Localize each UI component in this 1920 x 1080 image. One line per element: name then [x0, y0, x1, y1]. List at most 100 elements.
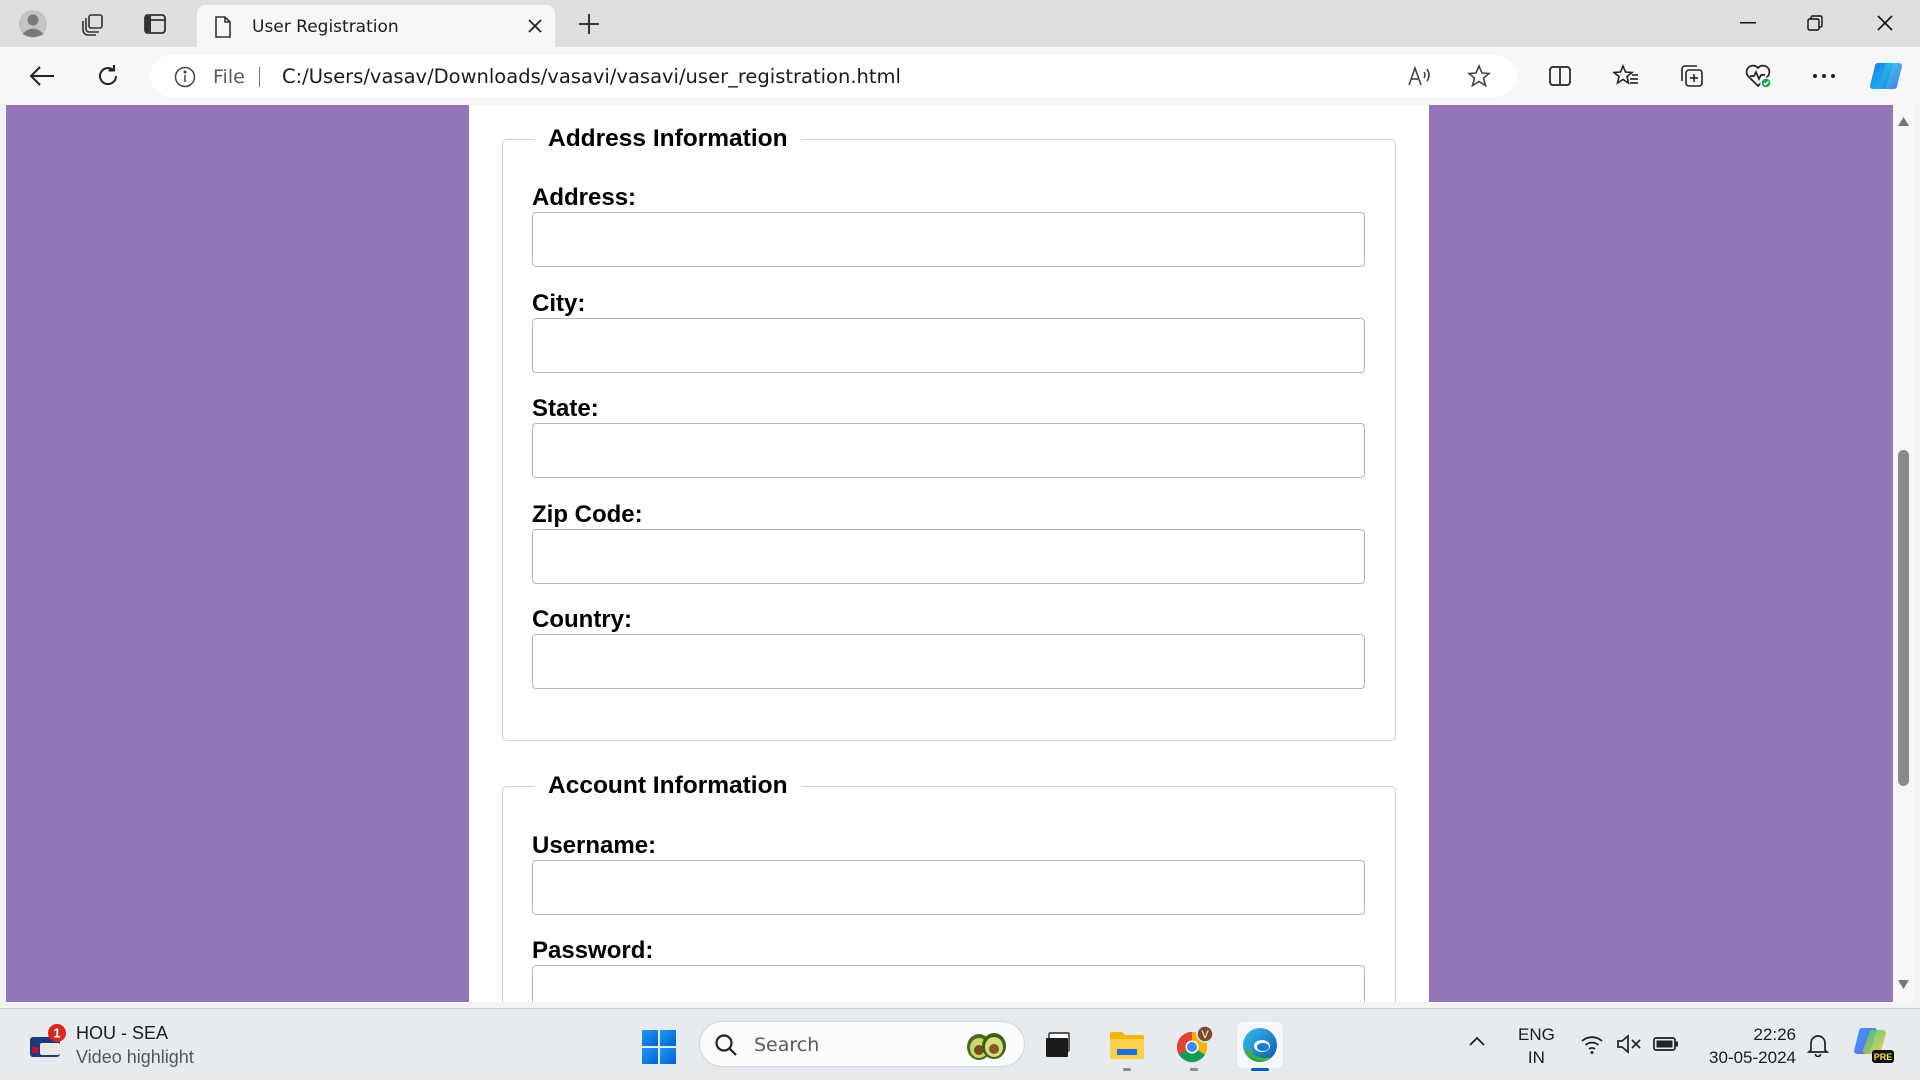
- page-icon: [215, 16, 231, 38]
- file-explorer-icon: [1110, 1032, 1144, 1059]
- copilot-preview-badge: PRE: [1874, 1052, 1893, 1062]
- window-close-button[interactable]: [1852, 0, 1918, 46]
- input-language-indicator[interactable]: ENG IN: [1518, 1023, 1555, 1069]
- windows-taskbar: 1 HOU - SEA Video highlight Search V ENG…: [0, 1008, 1920, 1080]
- address-information-fieldset: Address Information Address: City: State…: [502, 125, 1396, 741]
- address-input[interactable]: [532, 212, 1365, 267]
- widget-title[interactable]: HOU - SEA: [76, 1023, 168, 1044]
- url-text[interactable]: C:/Users/vasav/Downloads/vasavi/vasavi/u…: [282, 65, 901, 88]
- username-input[interactable]: [532, 860, 1365, 915]
- state-input[interactable]: [532, 423, 1365, 478]
- task-view-icon: [1046, 1032, 1070, 1057]
- system-clock[interactable]: 22:26 30-05-2024: [1700, 1023, 1796, 1069]
- bell-icon[interactable]: [1807, 1033, 1829, 1057]
- windows-icon: [642, 1030, 676, 1064]
- workspaces-button[interactable]: [74, 5, 112, 43]
- minimize-icon: [1740, 22, 1756, 24]
- more-icon: [1813, 74, 1835, 78]
- task-view-button[interactable]: [1035, 1022, 1081, 1068]
- password-input[interactable]: [532, 965, 1365, 1002]
- chevron-up-icon[interactable]: [1468, 1035, 1486, 1047]
- page-scrollbar[interactable]: [1893, 105, 1914, 1002]
- search-label: Search: [754, 1034, 820, 1056]
- active-indicator: [1251, 1068, 1269, 1071]
- city-input[interactable]: [532, 318, 1365, 373]
- scrollbar-thumb[interactable]: [1898, 450, 1909, 786]
- minimize-button[interactable]: [1715, 0, 1781, 46]
- language-line-1: ENG: [1518, 1025, 1555, 1044]
- copilot-icon[interactable]: PRE: [1852, 1026, 1894, 1064]
- favorite-button[interactable]: [1466, 63, 1492, 89]
- tab-actions-icon: [144, 14, 166, 34]
- scroll-up-arrow-icon[interactable]: [1897, 116, 1910, 127]
- widget-subtitle[interactable]: Video highlight: [76, 1047, 194, 1068]
- scheme-label: File: [213, 66, 245, 88]
- state-label: State:: [532, 395, 599, 422]
- volume-muted-icon[interactable]: [1616, 1033, 1642, 1055]
- refresh-button[interactable]: [88, 56, 128, 96]
- favorites-button[interactable]: [1606, 56, 1646, 96]
- browser-tab-bar: User Registration: [0, 0, 1920, 47]
- zip-code-label: Zip Code:: [532, 501, 643, 528]
- wifi-icon[interactable]: [1580, 1033, 1604, 1055]
- address-bar[interactable]: File C:/Users/vasav/Downloads/vasavi/vas…: [150, 55, 1517, 97]
- workspaces-icon: [82, 14, 103, 36]
- zip-code-input[interactable]: [532, 529, 1365, 584]
- edge-taskbar-button[interactable]: [1237, 1022, 1283, 1071]
- widget-badge: 1: [53, 1026, 60, 1041]
- back-button[interactable]: [22, 56, 62, 96]
- copilot-button[interactable]: [1866, 56, 1906, 96]
- clock-date: 30-05-2024: [1709, 1048, 1796, 1067]
- profile-button[interactable]: [14, 5, 52, 43]
- country-input[interactable]: [532, 634, 1365, 689]
- start-button[interactable]: [641, 1029, 677, 1065]
- collections-button[interactable]: [1672, 56, 1712, 96]
- address-label: Address:: [532, 184, 637, 211]
- browser-essentials-button[interactable]: [1738, 56, 1778, 96]
- refresh-icon: [99, 65, 118, 85]
- scroll-down-arrow-icon[interactable]: [1897, 979, 1910, 990]
- running-indicator: [1190, 1068, 1198, 1071]
- plus-icon: [579, 14, 599, 34]
- chrome-icon: V: [1176, 1025, 1214, 1063]
- search-icon: [715, 1034, 737, 1056]
- copilot-icon: [1870, 62, 1902, 89]
- taskbar-search[interactable]: Search: [699, 1021, 1025, 1067]
- news-widget[interactable]: 1: [28, 1023, 68, 1063]
- country-label: Country:: [532, 606, 632, 633]
- edge-icon: [1243, 1028, 1277, 1063]
- collections-icon: [1681, 65, 1703, 87]
- sports-widget-icon: 1: [30, 1024, 66, 1057]
- read-aloud-icon: [1408, 65, 1430, 86]
- battery-icon[interactable]: [1652, 1033, 1680, 1055]
- chrome-taskbar-button[interactable]: V: [1171, 1022, 1217, 1071]
- info-icon[interactable]: [174, 66, 196, 88]
- clock-time: 22:26: [1753, 1025, 1796, 1044]
- address-information-legend: Address Information: [534, 125, 802, 153]
- tab-close-button[interactable]: [525, 16, 545, 36]
- file-explorer-taskbar-button[interactable]: [1104, 1022, 1150, 1071]
- username-label: Username:: [532, 832, 657, 859]
- tab-actions-button[interactable]: [136, 5, 174, 43]
- city-label: City:: [532, 290, 586, 317]
- tab-user-registration[interactable]: User Registration: [197, 5, 555, 47]
- avocado-search-highlight-icon: [967, 1033, 1006, 1060]
- split-screen-button[interactable]: [1540, 56, 1580, 96]
- browser-essentials-icon: [1745, 64, 1772, 89]
- split-screen-icon: [1549, 66, 1571, 86]
- star-icon: [1467, 64, 1491, 88]
- account-information-legend: Account Information: [534, 772, 802, 800]
- close-icon: [528, 19, 542, 33]
- settings-more-button[interactable]: [1804, 56, 1844, 96]
- read-aloud-button[interactable]: [1407, 63, 1433, 89]
- page-viewport: Address Information Address: City: State…: [6, 105, 1893, 1002]
- new-tab-button[interactable]: [570, 5, 608, 43]
- language-line-2: IN: [1527, 1048, 1545, 1067]
- back-icon: [29, 66, 54, 86]
- restore-button[interactable]: [1782, 0, 1848, 46]
- running-indicator: [1123, 1068, 1131, 1071]
- profile-icon: [19, 10, 47, 38]
- form-container: Address Information Address: City: State…: [469, 105, 1429, 1002]
- account-information-fieldset: Account Information Username: Password:: [502, 772, 1396, 1002]
- close-icon: [1877, 15, 1893, 31]
